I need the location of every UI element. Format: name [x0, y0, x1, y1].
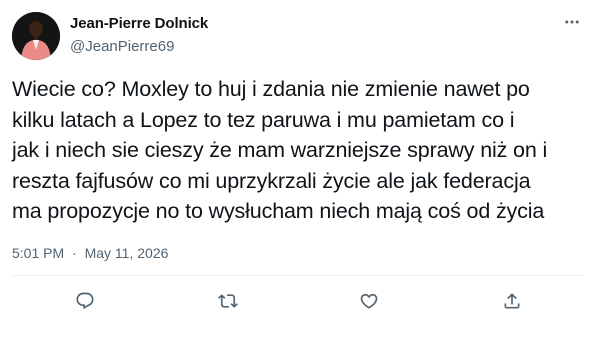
more-icon	[565, 20, 579, 24]
share-icon	[504, 293, 520, 309]
tweet-text: Wiecie co? Moxley to huj i zdania nie zm…	[12, 77, 548, 223]
author-info: Jean-Pierre Dolnick @JeanPierre69	[70, 14, 208, 57]
action-bar	[0, 288, 596, 314]
meta-separator: ·	[72, 245, 77, 261]
share-button[interactable]	[499, 288, 525, 314]
avatar[interactable]	[12, 12, 60, 60]
author-display-name[interactable]: Jean-Pierre Dolnick	[70, 14, 208, 34]
reply-button[interactable]	[72, 288, 98, 314]
retweet-button[interactable]	[215, 288, 241, 314]
tweet-metadata: 5:01 PM · May 11, 2026	[12, 244, 168, 262]
avatar-image	[12, 12, 60, 60]
divider	[12, 275, 584, 276]
like-button[interactable]	[356, 288, 382, 314]
reply-icon	[76, 292, 94, 310]
tweet-time[interactable]: 5:01 PM	[12, 245, 64, 261]
like-icon	[360, 293, 378, 309]
tweet-date[interactable]: May 11, 2026	[85, 245, 169, 261]
retweet-icon	[218, 294, 238, 308]
author-handle[interactable]: @JeanPierre69	[70, 37, 208, 57]
more-button[interactable]	[562, 12, 582, 32]
tweet-card: Jean-Pierre Dolnick @JeanPierre69 Wiecie…	[0, 0, 596, 339]
